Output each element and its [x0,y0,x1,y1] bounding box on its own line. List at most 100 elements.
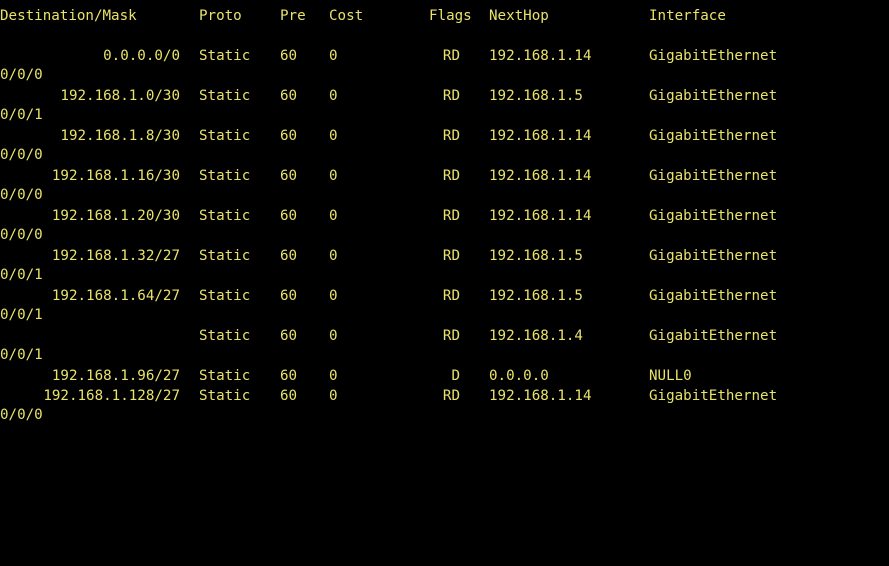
route-flags: RD [442,328,460,344]
route-cost: 0 [329,48,338,64]
route-interface-wrap: 0/0/0 [0,227,43,243]
route-interface-wrap-line: 0/0/0 [0,225,43,245]
route-proto: Static [199,328,251,344]
route-destination: 192.168.1.8/30 [60,128,180,144]
route-interface: GigabitEthernet [649,168,778,184]
route-interface: NULL0 [649,368,692,384]
route-nexthop: 0.0.0.0 [489,368,549,384]
route-flags: RD [442,128,460,144]
route-proto: Static [199,288,251,304]
route-interface: GigabitEthernet [649,248,778,264]
route-cost: 0 [329,288,338,304]
route-proto: Static [199,168,251,184]
route-nexthop: 192.168.1.4 [489,328,583,344]
header-interface: Interface [649,8,726,24]
route-proto: Static [199,48,251,64]
route-proto: Static [199,388,251,404]
route-interface: GigabitEthernet [649,388,778,404]
route-interface-wrap-line: 0/0/1 [0,105,43,125]
route-row: Static 60 0 RD 192.168.1.4 GigabitEthern… [0,326,777,346]
route-nexthop: 192.168.1.5 [489,88,583,104]
route-pre: 60 [280,48,298,64]
header-flags: Flags [429,8,472,24]
route-nexthop: 192.168.1.14 [489,48,592,64]
route-destination: 192.168.1.16/30 [51,168,180,184]
route-proto: Static [199,208,251,224]
route-destination: 192.168.1.96/27 [51,368,180,384]
routing-table-header: Destination/Mask Proto Pre Cost Flags Ne… [0,6,726,26]
route-destination: 192.168.1.32/27 [51,248,180,264]
route-row: 192.168.1.0/30 Static 60 0 RD 192.168.1.… [0,86,777,106]
route-nexthop: 192.168.1.14 [489,128,592,144]
route-destination: 0.0.0.0/0 [103,48,180,64]
route-destination: 192.168.1.0/30 [60,88,180,104]
route-interface-wrap: 0/0/0 [0,407,43,423]
route-cost: 0 [329,88,338,104]
header-destination: Destination/Mask [0,8,137,24]
terminal-window[interactable]: Destination/Mask Proto Pre Cost Flags Ne… [0,0,889,442]
route-pre: 60 [280,368,298,384]
route-nexthop: 192.168.1.14 [489,208,592,224]
route-interface-wrap: 0/0/0 [0,187,43,203]
route-interface-wrap: 0/0/0 [0,147,43,163]
route-pre: 60 [280,208,298,224]
route-flags: RD [442,248,460,264]
route-pre: 60 [280,388,298,404]
route-pre: 60 [280,248,298,264]
route-cost: 0 [329,168,338,184]
route-destination: 192.168.1.20/30 [51,208,180,224]
route-flags: D [451,368,460,384]
route-interface-wrap-line: 0/0/0 [0,145,43,165]
route-row: 0.0.0.0/0 Static 60 0 RD 192.168.1.14 Gi… [0,46,777,66]
route-destination: 192.168.1.128/27 [43,388,180,404]
route-pre: 60 [280,88,298,104]
route-interface: GigabitEthernet [649,288,778,304]
route-proto: Static [199,128,251,144]
route-pre: 60 [280,328,298,344]
route-flags: RD [442,88,460,104]
route-interface: GigabitEthernet [649,88,778,104]
route-flags: RD [442,288,460,304]
route-cost: 0 [329,328,338,344]
route-cost: 0 [329,248,338,264]
route-interface: GigabitEthernet [649,328,778,344]
route-row: 192.168.1.20/30 Static 60 0 RD 192.168.1… [0,206,777,226]
route-interface: GigabitEthernet [649,128,778,144]
route-cost: 0 [329,388,338,404]
route-flags: RD [442,168,460,184]
route-interface-wrap: 0/0/1 [0,347,43,363]
route-interface-wrap: 0/0/1 [0,107,43,123]
route-interface-wrap-line: 0/0/0 [0,185,43,205]
route-interface-wrap-line: 0/0/1 [0,345,43,365]
route-interface: GigabitEthernet [649,48,778,64]
route-cost: 0 [329,368,338,384]
route-row: 192.168.1.8/30 Static 60 0 RD 192.168.1.… [0,126,777,146]
route-nexthop: 192.168.1.14 [489,168,592,184]
route-cost: 0 [329,128,338,144]
route-pre: 60 [280,128,298,144]
route-row: 192.168.1.128/27 Static 60 0 RD 192.168.… [0,386,777,406]
route-nexthop: 192.168.1.5 [489,248,583,264]
route-row: 192.168.1.32/27 Static 60 0 RD 192.168.1… [0,246,777,266]
route-interface: GigabitEthernet [649,208,778,224]
route-cost: 0 [329,208,338,224]
route-interface-wrap-line: 0/0/0 [0,65,43,85]
route-interface-wrap: 0/0/1 [0,307,43,323]
route-pre: 60 [280,168,298,184]
header-nexthop: NextHop [489,8,549,24]
route-pre: 60 [280,288,298,304]
route-nexthop: 192.168.1.5 [489,288,583,304]
route-destination: 192.168.1.64/27 [51,288,180,304]
route-interface-wrap: 0/0/1 [0,267,43,283]
route-interface-wrap-line: 0/0/1 [0,305,43,325]
route-row: 192.168.1.64/27 Static 60 0 RD 192.168.1… [0,286,777,306]
route-flags: RD [442,388,460,404]
route-row: 192.168.1.16/30 Static 60 0 RD 192.168.1… [0,166,777,186]
header-cost: Cost [329,8,364,24]
route-flags: RD [442,208,460,224]
route-interface-wrap-line: 0/0/1 [0,265,43,285]
route-proto: Static [199,248,251,264]
header-proto: Proto [199,8,242,24]
route-row: 192.168.1.96/27 Static 60 0 D 0.0.0.0 NU… [0,366,692,386]
header-pre: Pre [280,8,306,24]
